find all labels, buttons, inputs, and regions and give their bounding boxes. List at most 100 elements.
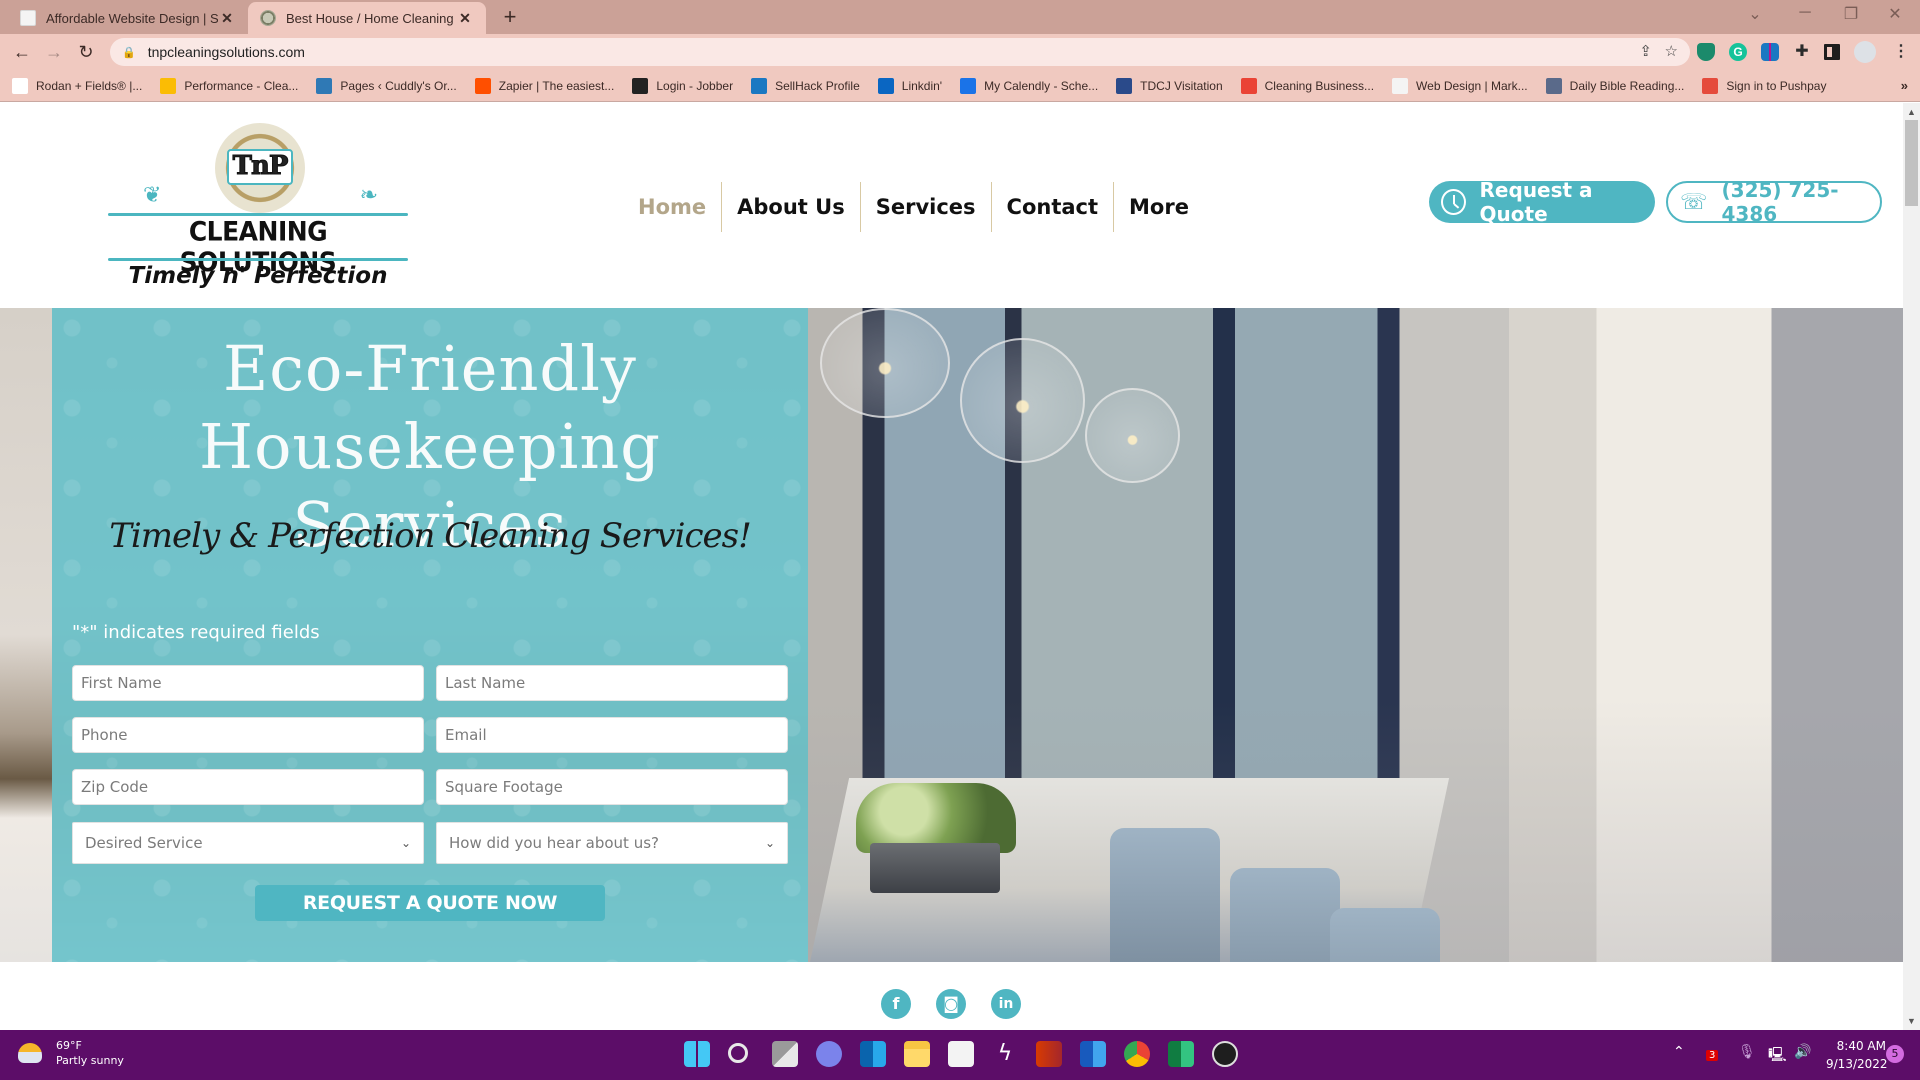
nav-more[interactable]: More	[1113, 182, 1204, 232]
bookmark-item[interactable]: Pages ‹ Cuddly's Or...	[316, 77, 457, 94]
linkedin-bookmark-icon	[877, 77, 894, 94]
network-icon[interactable]: 🖳	[1768, 1044, 1787, 1068]
tray-badge[interactable]: 3	[1706, 1050, 1719, 1061]
close-tab-icon[interactable]: ✕	[456, 10, 474, 27]
system-clock[interactable]: 8:40 AM 9/13/2022	[1826, 1037, 1888, 1073]
logo-monogram: TnP	[227, 149, 293, 185]
partly-sunny-icon	[18, 1043, 42, 1063]
bookmark-item[interactable]: Rodan + Fields® |...	[12, 77, 142, 94]
bookmark-label: Sign in to Pushpay	[1726, 78, 1827, 93]
zip-code-input[interactable]	[72, 769, 424, 805]
bar-stool	[1110, 828, 1220, 962]
bookmark-label: SellHack Profile	[775, 78, 860, 93]
notification-badge[interactable]: 5	[1886, 1045, 1904, 1063]
request-quote-button[interactable]: Request a Quote	[1429, 178, 1655, 226]
bookmark-item[interactable]: Web Design | Mark...	[1392, 77, 1528, 94]
site-logo[interactable]: TnP ❦ ❧ CLEANING SOLUTIONS Timely n' Per…	[108, 123, 408, 289]
chrome-icon[interactable]	[1124, 1041, 1150, 1067]
extensions-puzzle-icon[interactable]: ✚	[1793, 43, 1811, 61]
forward-icon[interactable]: →	[42, 40, 66, 64]
tab-title: Best House / Home Cleaning & M	[286, 10, 456, 26]
browser-menu-icon[interactable]: ⋮	[1892, 43, 1910, 61]
search-icon[interactable]	[728, 1043, 748, 1063]
nav-contact[interactable]: Contact	[990, 182, 1114, 232]
desired-service-value: Desired Service	[85, 834, 203, 852]
instagram-icon[interactable]: ◙	[936, 989, 966, 1019]
chevron-down-icon: ⌄	[400, 836, 411, 850]
bookmark-star-icon[interactable]: ☆	[1665, 42, 1678, 60]
word-icon[interactable]	[1080, 1041, 1106, 1067]
bookmark-item[interactable]: TDCJ Visitation	[1116, 77, 1223, 94]
back-icon[interactable]: ←	[10, 40, 34, 64]
minimize-icon[interactable]: ─	[1790, 4, 1820, 22]
scroll-up-icon[interactable]: ▲	[1907, 107, 1916, 117]
microphone-icon[interactable]: 🎙	[1738, 1044, 1756, 1060]
nav-home[interactable]: Home	[626, 182, 721, 232]
logo-divider	[108, 213, 408, 216]
volume-icon[interactable]: 🔊	[1794, 1044, 1811, 1060]
window-close-icon[interactable]: ✕	[1880, 4, 1910, 24]
bible-icon	[1545, 77, 1562, 94]
task-view-icon[interactable]	[772, 1041, 798, 1067]
weather-description: Partly sunny	[56, 1054, 124, 1067]
linkedin-icon[interactable]: in	[991, 989, 1021, 1019]
bookmark-item[interactable]: SellHack Profile	[751, 77, 860, 94]
obs-icon[interactable]	[1212, 1041, 1238, 1067]
scroll-down-icon[interactable]: ▼	[1907, 1016, 1916, 1026]
microsoft-store-icon[interactable]	[948, 1041, 974, 1067]
bookmark-item[interactable]: Sign in to Pushpay	[1702, 77, 1827, 94]
phone-button[interactable]: ☏ (325) 725-4386	[1666, 178, 1882, 226]
address-bar[interactable]: 🔒 tnpcleaningsolutions.com ⇪ ☆	[110, 38, 1690, 66]
square-footage-input[interactable]	[436, 769, 788, 805]
tab-affordable-website-design[interactable]: Affordable Website Design | Sma ✕	[8, 2, 248, 34]
tab-best-house-cleaning[interactable]: Best House / Home Cleaning & M ✕	[248, 2, 486, 34]
clock-time: 8:40 AM	[1836, 1039, 1886, 1053]
outlook-icon[interactable]	[860, 1041, 886, 1067]
referral-source-select[interactable]: How did you hear about us? ⌄	[436, 822, 788, 864]
logo-tagline: Timely n' Perfection	[128, 263, 388, 289]
bookmark-item[interactable]: Linkdin'	[877, 77, 942, 94]
request-quote-now-button[interactable]: REQUEST A QUOTE NOW	[255, 885, 605, 921]
bookmark-item[interactable]: Zapier | The easiest...	[474, 77, 614, 94]
profile-avatar-icon[interactable]	[1854, 41, 1876, 63]
close-tab-icon[interactable]: ✕	[218, 10, 236, 27]
website-favicon	[20, 10, 36, 26]
phone-input[interactable]	[72, 717, 424, 753]
weather-widget[interactable]: 69°F Partly sunny	[18, 1038, 124, 1068]
new-tab-button[interactable]: +	[496, 4, 524, 30]
last-name-input[interactable]	[436, 665, 788, 701]
sellhack-icon	[751, 77, 768, 94]
scrollbar-thumb[interactable]	[1905, 120, 1918, 206]
restore-icon[interactable]: ❐	[1836, 4, 1866, 24]
first-name-input[interactable]	[72, 665, 424, 701]
bookmark-item[interactable]: My Calendly - Sche...	[960, 77, 1098, 94]
bookmark-item[interactable]: Performance - Clea...	[160, 77, 298, 94]
teams-chat-icon[interactable]	[816, 1041, 842, 1067]
more-bookmarks-icon[interactable]: »	[1901, 78, 1908, 93]
grammarly-icon[interactable]: G	[1729, 43, 1747, 61]
bolt-app-icon[interactable]: ϟ	[992, 1041, 1018, 1067]
nav-about-us[interactable]: About Us	[721, 182, 860, 232]
security-extension-icon[interactable]	[1697, 43, 1715, 61]
tab-search-chevron-icon[interactable]: ⌄	[1740, 4, 1770, 24]
bookmark-item[interactable]: Login - Jobber	[632, 77, 733, 94]
excel-icon[interactable]	[1168, 1041, 1194, 1067]
show-hidden-icons-icon[interactable]: ⌃	[1673, 1044, 1685, 1060]
ornament-left-icon: ❦	[143, 182, 162, 207]
reload-icon[interactable]: ↻	[74, 40, 98, 64]
ornament-right-icon: ❧	[359, 182, 378, 207]
share-icon[interactable]: ⇪	[1639, 42, 1652, 60]
side-panel-icon[interactable]	[1824, 44, 1840, 60]
office-icon[interactable]	[1036, 1041, 1062, 1067]
nav-services[interactable]: Services	[859, 182, 991, 232]
zip-extension-icon[interactable]	[1761, 43, 1779, 61]
bookmark-item[interactable]: Daily Bible Reading...	[1545, 77, 1684, 94]
facebook-icon[interactable]: f	[881, 989, 911, 1019]
file-explorer-icon[interactable]	[904, 1041, 930, 1067]
start-icon[interactable]	[684, 1041, 710, 1067]
bookmark-item[interactable]: Cleaning Business...	[1240, 77, 1374, 94]
desired-service-select[interactable]: Desired Service ⌄	[72, 822, 424, 864]
page-scrollbar[interactable]: ▲ ▼	[1903, 103, 1920, 1030]
tnp-clock-favicon	[260, 10, 276, 26]
email-input[interactable]	[436, 717, 788, 753]
